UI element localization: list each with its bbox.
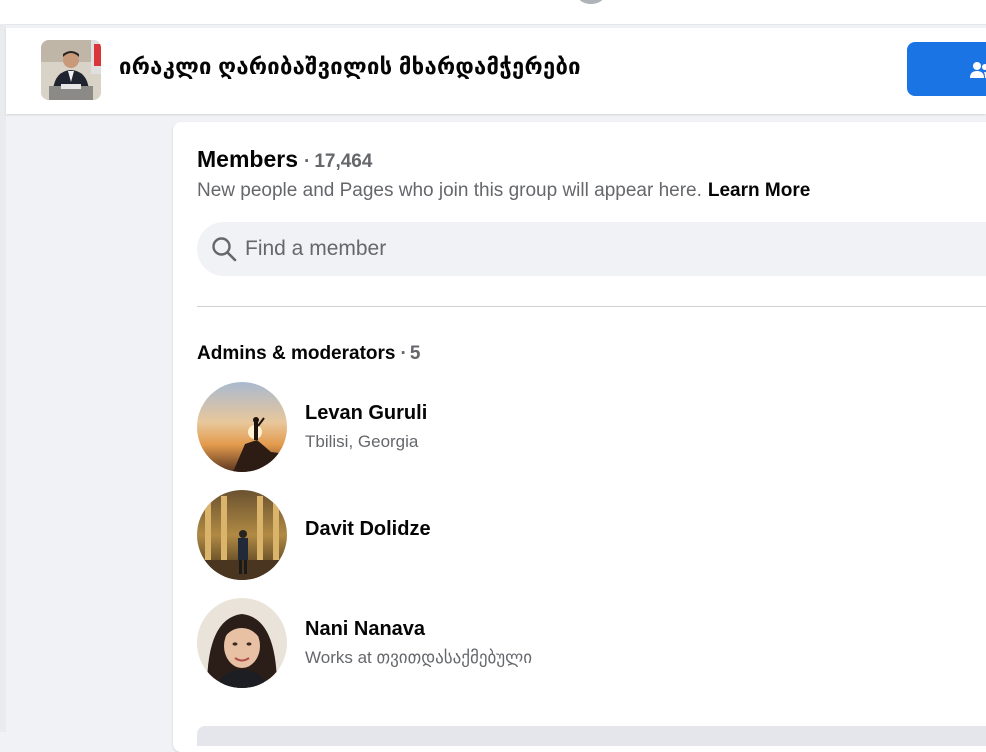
list-item[interactable]: Levan Guruli Tbilisi, Georgia — [197, 382, 977, 474]
group-header: ირაკლი ღარიბაშვილის მხარდამჭერები — [6, 28, 986, 114]
admins-heading: Admins & moderators · 5 — [197, 343, 420, 365]
avatar-photo-icon — [197, 598, 287, 688]
member-search-box[interactable] — [197, 222, 986, 276]
join-group-button[interactable] — [907, 42, 986, 96]
members-count: 17,464 — [314, 151, 373, 172]
members-card: Members · 17,464 New people and Pages who … — [173, 122, 986, 752]
members-label: Members — [197, 146, 298, 172]
top-navigation-strip — [0, 0, 986, 25]
nav-icon-partial[interactable] — [578, 0, 604, 4]
members-separator: · — [303, 151, 311, 172]
section-divider — [197, 306, 986, 307]
member-name[interactable]: Nani Nanava — [305, 618, 425, 641]
list-item[interactable]: Nani Nanava Works at თვითდასაქმებული — [197, 598, 977, 690]
avatar-photo-icon — [197, 490, 287, 580]
search-icon — [212, 237, 237, 262]
avatar[interactable] — [197, 598, 287, 688]
group-photo-icon — [41, 40, 101, 100]
list-item[interactable]: Davit Dolidze — [197, 490, 977, 582]
group-avatar[interactable] — [41, 40, 101, 100]
search-input[interactable] — [245, 222, 985, 276]
next-section-edge — [197, 726, 986, 746]
members-subtitle: New people and Pages who join this group… — [197, 180, 810, 202]
group-title[interactable]: ირაკლი ღარიბაშვილის მხარდამჭერები — [119, 54, 581, 80]
admins-separator: · — [400, 343, 407, 364]
avatar[interactable] — [197, 382, 287, 472]
members-heading: Members · 17,464 — [197, 146, 372, 173]
avatar[interactable] — [197, 490, 287, 580]
admins-count: 5 — [409, 343, 421, 364]
member-location: Tbilisi, Georgia — [305, 432, 419, 451]
avatar-photo-icon — [197, 382, 287, 472]
admins-label: Admins & moderators — [197, 343, 396, 364]
member-name[interactable]: Davit Dolidze — [305, 518, 431, 541]
learn-more-link[interactable]: Learn More — [708, 180, 810, 201]
people-icon — [970, 62, 986, 78]
left-sidebar-edge — [0, 24, 6, 732]
member-workplace: Works at თვითდასაქმებული — [305, 648, 533, 667]
member-name[interactable]: Levan Guruli — [305, 402, 427, 425]
members-subtitle-text: New people and Pages who join this group… — [197, 180, 702, 201]
